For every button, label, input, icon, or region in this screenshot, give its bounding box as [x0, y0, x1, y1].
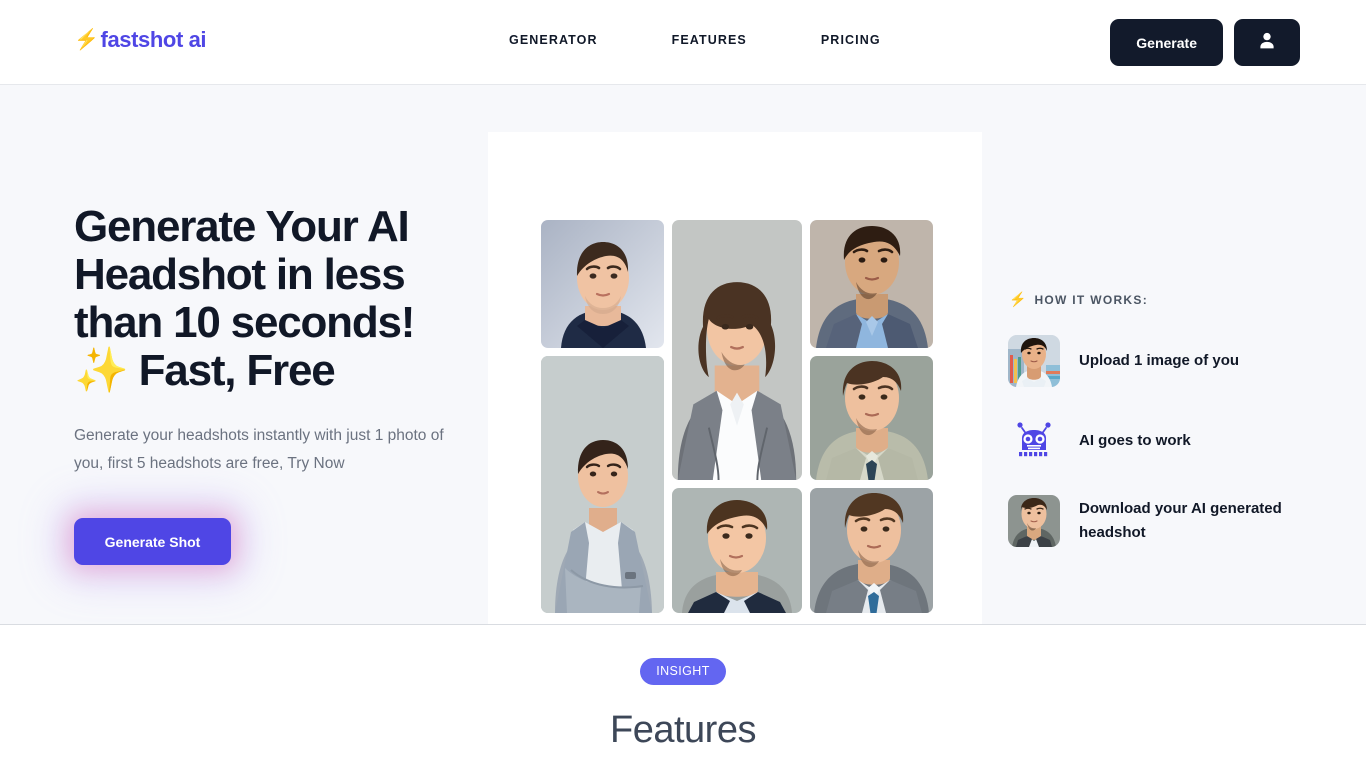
brand-name: fastshot ai: [100, 27, 207, 52]
headline-line-4: Fast, Free: [138, 346, 336, 395]
list-item: Upload 1 image of you: [1008, 335, 1318, 387]
download-headshot-thumbnail: [1008, 495, 1060, 547]
headline-line-1: Generate Your AI: [74, 202, 410, 251]
headline-line-3: than 10 seconds!: [74, 298, 415, 347]
hero-section: Generate Your AI Headshot in less than 1…: [0, 85, 1366, 625]
gallery-photo[interactable]: [810, 220, 933, 348]
step-label: AI goes to work: [1079, 432, 1191, 449]
header-actions: Generate: [1110, 19, 1300, 66]
user-icon: [1256, 30, 1278, 55]
how-it-works-title: ⚡ HOW IT WORKS:: [1009, 291, 1318, 308]
generate-shot-button[interactable]: Generate Shot: [74, 518, 231, 565]
headline-line-2: Headshot in less: [74, 250, 406, 299]
gallery-photo[interactable]: [810, 488, 933, 613]
upload-photo-thumbnail: [1008, 335, 1060, 387]
bolt-icon: ⚡: [74, 29, 99, 51]
step-label: Upload 1 image of you: [1079, 352, 1240, 369]
how-it-works-label: HOW IT WORKS:: [1034, 292, 1148, 307]
sparkles-icon: ✨: [74, 346, 129, 395]
gallery-photo[interactable]: [541, 220, 664, 348]
account-button[interactable]: [1234, 19, 1300, 66]
status-badge: INSIGHT: [640, 658, 726, 685]
gallery-photo[interactable]: [672, 488, 802, 613]
hero-copy: Generate Your AI Headshot in less than 1…: [74, 203, 474, 565]
headshot-gallery-grid: [541, 220, 933, 617]
site-header: ⚡ fastshot ai GENERATOR FEATURES PRICING…: [0, 0, 1366, 85]
list-item: Download your AI generated headshot: [1008, 495, 1318, 547]
page-title: Generate Your AI Headshot in less than 1…: [74, 203, 474, 395]
robot-icon: [1008, 415, 1060, 467]
gallery-photo[interactable]: [810, 356, 933, 480]
brand-logo[interactable]: ⚡ fastshot ai: [74, 27, 207, 53]
how-it-works: ⚡ HOW IT WORKS: Upload 1 image of you AI…: [1008, 291, 1318, 547]
generate-button[interactable]: Generate: [1110, 19, 1223, 66]
gallery-photo[interactable]: [672, 220, 802, 480]
gallery-photo[interactable]: [541, 356, 664, 613]
nav-item-pricing[interactable]: PRICING: [821, 33, 881, 47]
list-item: AI goes to work: [1008, 415, 1318, 467]
nav-item-generator[interactable]: GENERATOR: [509, 33, 598, 47]
nav-item-features[interactable]: FEATURES: [672, 33, 747, 47]
headshot-gallery-card: [488, 132, 982, 624]
step-label: Download your AI generated headshot: [1079, 500, 1282, 541]
primary-nav: GENERATOR FEATURES PRICING: [509, 33, 881, 47]
features-section: INSIGHT Features: [0, 626, 1366, 768]
section-title: Features: [610, 709, 756, 751]
hero-subheading: Generate your headshots instantly with j…: [74, 427, 444, 472]
how-it-works-steps: Upload 1 image of you AI goes to work Do…: [1008, 335, 1318, 547]
bolt-icon: ⚡: [1009, 291, 1027, 307]
